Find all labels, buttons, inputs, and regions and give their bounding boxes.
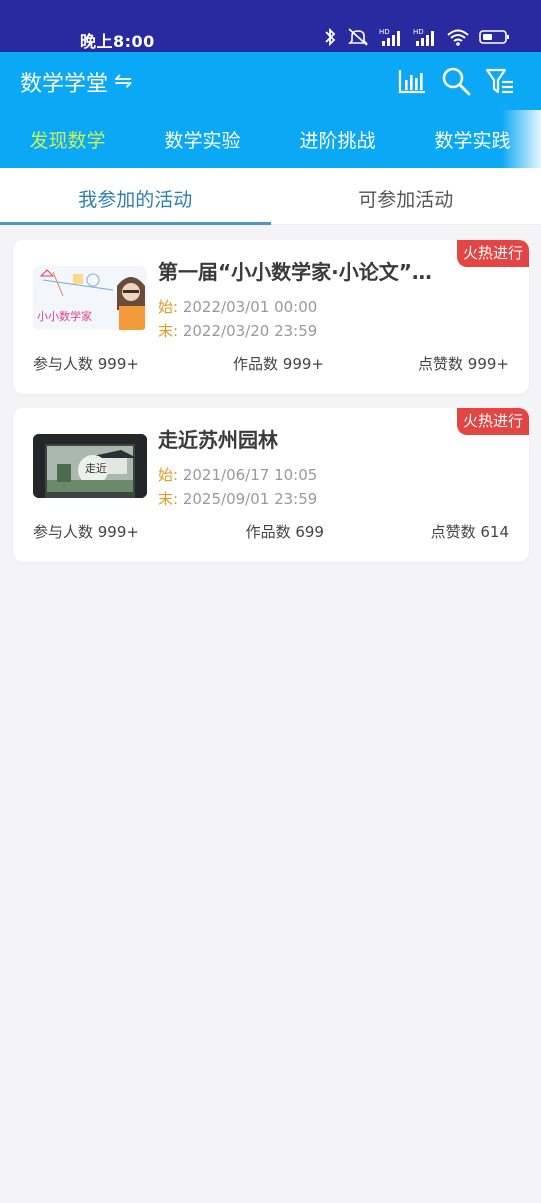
filter-icon[interactable] bbox=[485, 66, 515, 96]
activity-stats: 参与人数 999+ 作品数 999+ 点赞数 999+ bbox=[33, 353, 509, 374]
signal-1-icon: HD bbox=[379, 28, 400, 46]
app-header: 数学学堂 ⇋ bbox=[0, 52, 541, 110]
activity-title: 走近苏州园林 bbox=[158, 428, 278, 452]
participants-count: 参与人数 999+ bbox=[33, 523, 139, 541]
activity-stats: 参与人数 999+ 作品数 699 点赞数 614 bbox=[33, 521, 509, 542]
start-time: 2021/06/17 10:05 bbox=[182, 466, 318, 484]
activity-card[interactable]: 火热进行 走近 走近苏州园林 始: 2021/06/17 10:05 末: 20… bbox=[13, 408, 529, 562]
likes-count: 点赞数 999+ bbox=[418, 355, 509, 373]
end-label: 末: bbox=[158, 490, 179, 508]
status-icons: HD HD bbox=[323, 26, 511, 48]
end-time-row: 末: 2025/09/01 23:59 bbox=[158, 488, 317, 509]
tab-discover-math[interactable]: 发现数学 bbox=[0, 126, 135, 153]
activity-list: 火热进行 小小数学家 第一届“小小数学家·小论文”… 始: 2022/03/01… bbox=[13, 240, 529, 576]
svg-text:HD: HD bbox=[379, 28, 390, 36]
signal-2-icon: HD bbox=[413, 28, 434, 46]
status-bar: 晚上8:00 HD HD bbox=[0, 0, 541, 52]
start-time-row: 始: 2022/03/01 00:00 bbox=[158, 296, 317, 317]
activity-card[interactable]: 火热进行 小小数学家 第一届“小小数学家·小论文”… 始: 2022/03/01… bbox=[13, 240, 529, 394]
tabs-fade-overlay bbox=[501, 110, 541, 168]
app-title-switcher[interactable]: 数学学堂 ⇋ bbox=[20, 66, 132, 98]
tab-math-experiment[interactable]: 数学实验 bbox=[135, 126, 270, 153]
status-time: 晚上8:00 bbox=[80, 32, 155, 51]
sub-tabs: 我参加的活动 可参加活动 bbox=[0, 168, 541, 225]
tab-my-activities[interactable]: 我参加的活动 bbox=[0, 168, 271, 225]
hot-badge: 火热进行 bbox=[456, 408, 529, 435]
works-count: 作品数 699 bbox=[245, 523, 324, 541]
swap-icon: ⇋ bbox=[114, 69, 133, 94]
end-label: 末: bbox=[158, 322, 179, 340]
end-time-row: 末: 2022/03/20 23:59 bbox=[158, 320, 317, 341]
hot-badge: 火热进行 bbox=[456, 240, 529, 267]
search-icon[interactable] bbox=[441, 66, 471, 96]
category-tabs: 发现数学 数学实验 进阶挑战 数学实践 bbox=[0, 110, 541, 168]
end-time: 2025/09/01 23:59 bbox=[182, 490, 318, 508]
thumbnail-caption: 走近 bbox=[85, 462, 107, 475]
start-time-row: 始: 2021/06/17 10:05 bbox=[158, 464, 317, 485]
app-title: 数学学堂 bbox=[20, 72, 109, 97]
end-time: 2022/03/20 23:59 bbox=[182, 322, 318, 340]
likes-count: 点赞数 614 bbox=[430, 523, 509, 541]
thumbnail-caption: 小小数学家 bbox=[37, 310, 92, 323]
bar-chart-icon[interactable] bbox=[397, 66, 427, 96]
battery-icon bbox=[479, 30, 509, 44]
activity-thumbnail: 小小数学家 bbox=[33, 266, 147, 330]
participants-count: 参与人数 999+ bbox=[33, 355, 139, 373]
start-label: 始: bbox=[158, 298, 179, 316]
tab-available-activities[interactable]: 可参加活动 bbox=[271, 168, 541, 224]
activity-title: 第一届“小小数学家·小论文”… bbox=[158, 260, 432, 284]
activity-thumbnail: 走近 bbox=[33, 434, 147, 498]
header-actions bbox=[397, 66, 515, 96]
mute-icon bbox=[348, 28, 368, 46]
start-label: 始: bbox=[158, 466, 179, 484]
svg-text:HD: HD bbox=[413, 28, 424, 36]
works-count: 作品数 999+ bbox=[233, 355, 324, 373]
wifi-icon bbox=[447, 29, 469, 46]
bluetooth-icon bbox=[325, 27, 336, 47]
tab-advanced-challenge[interactable]: 进阶挑战 bbox=[270, 126, 405, 153]
start-time: 2022/03/01 00:00 bbox=[182, 298, 318, 316]
